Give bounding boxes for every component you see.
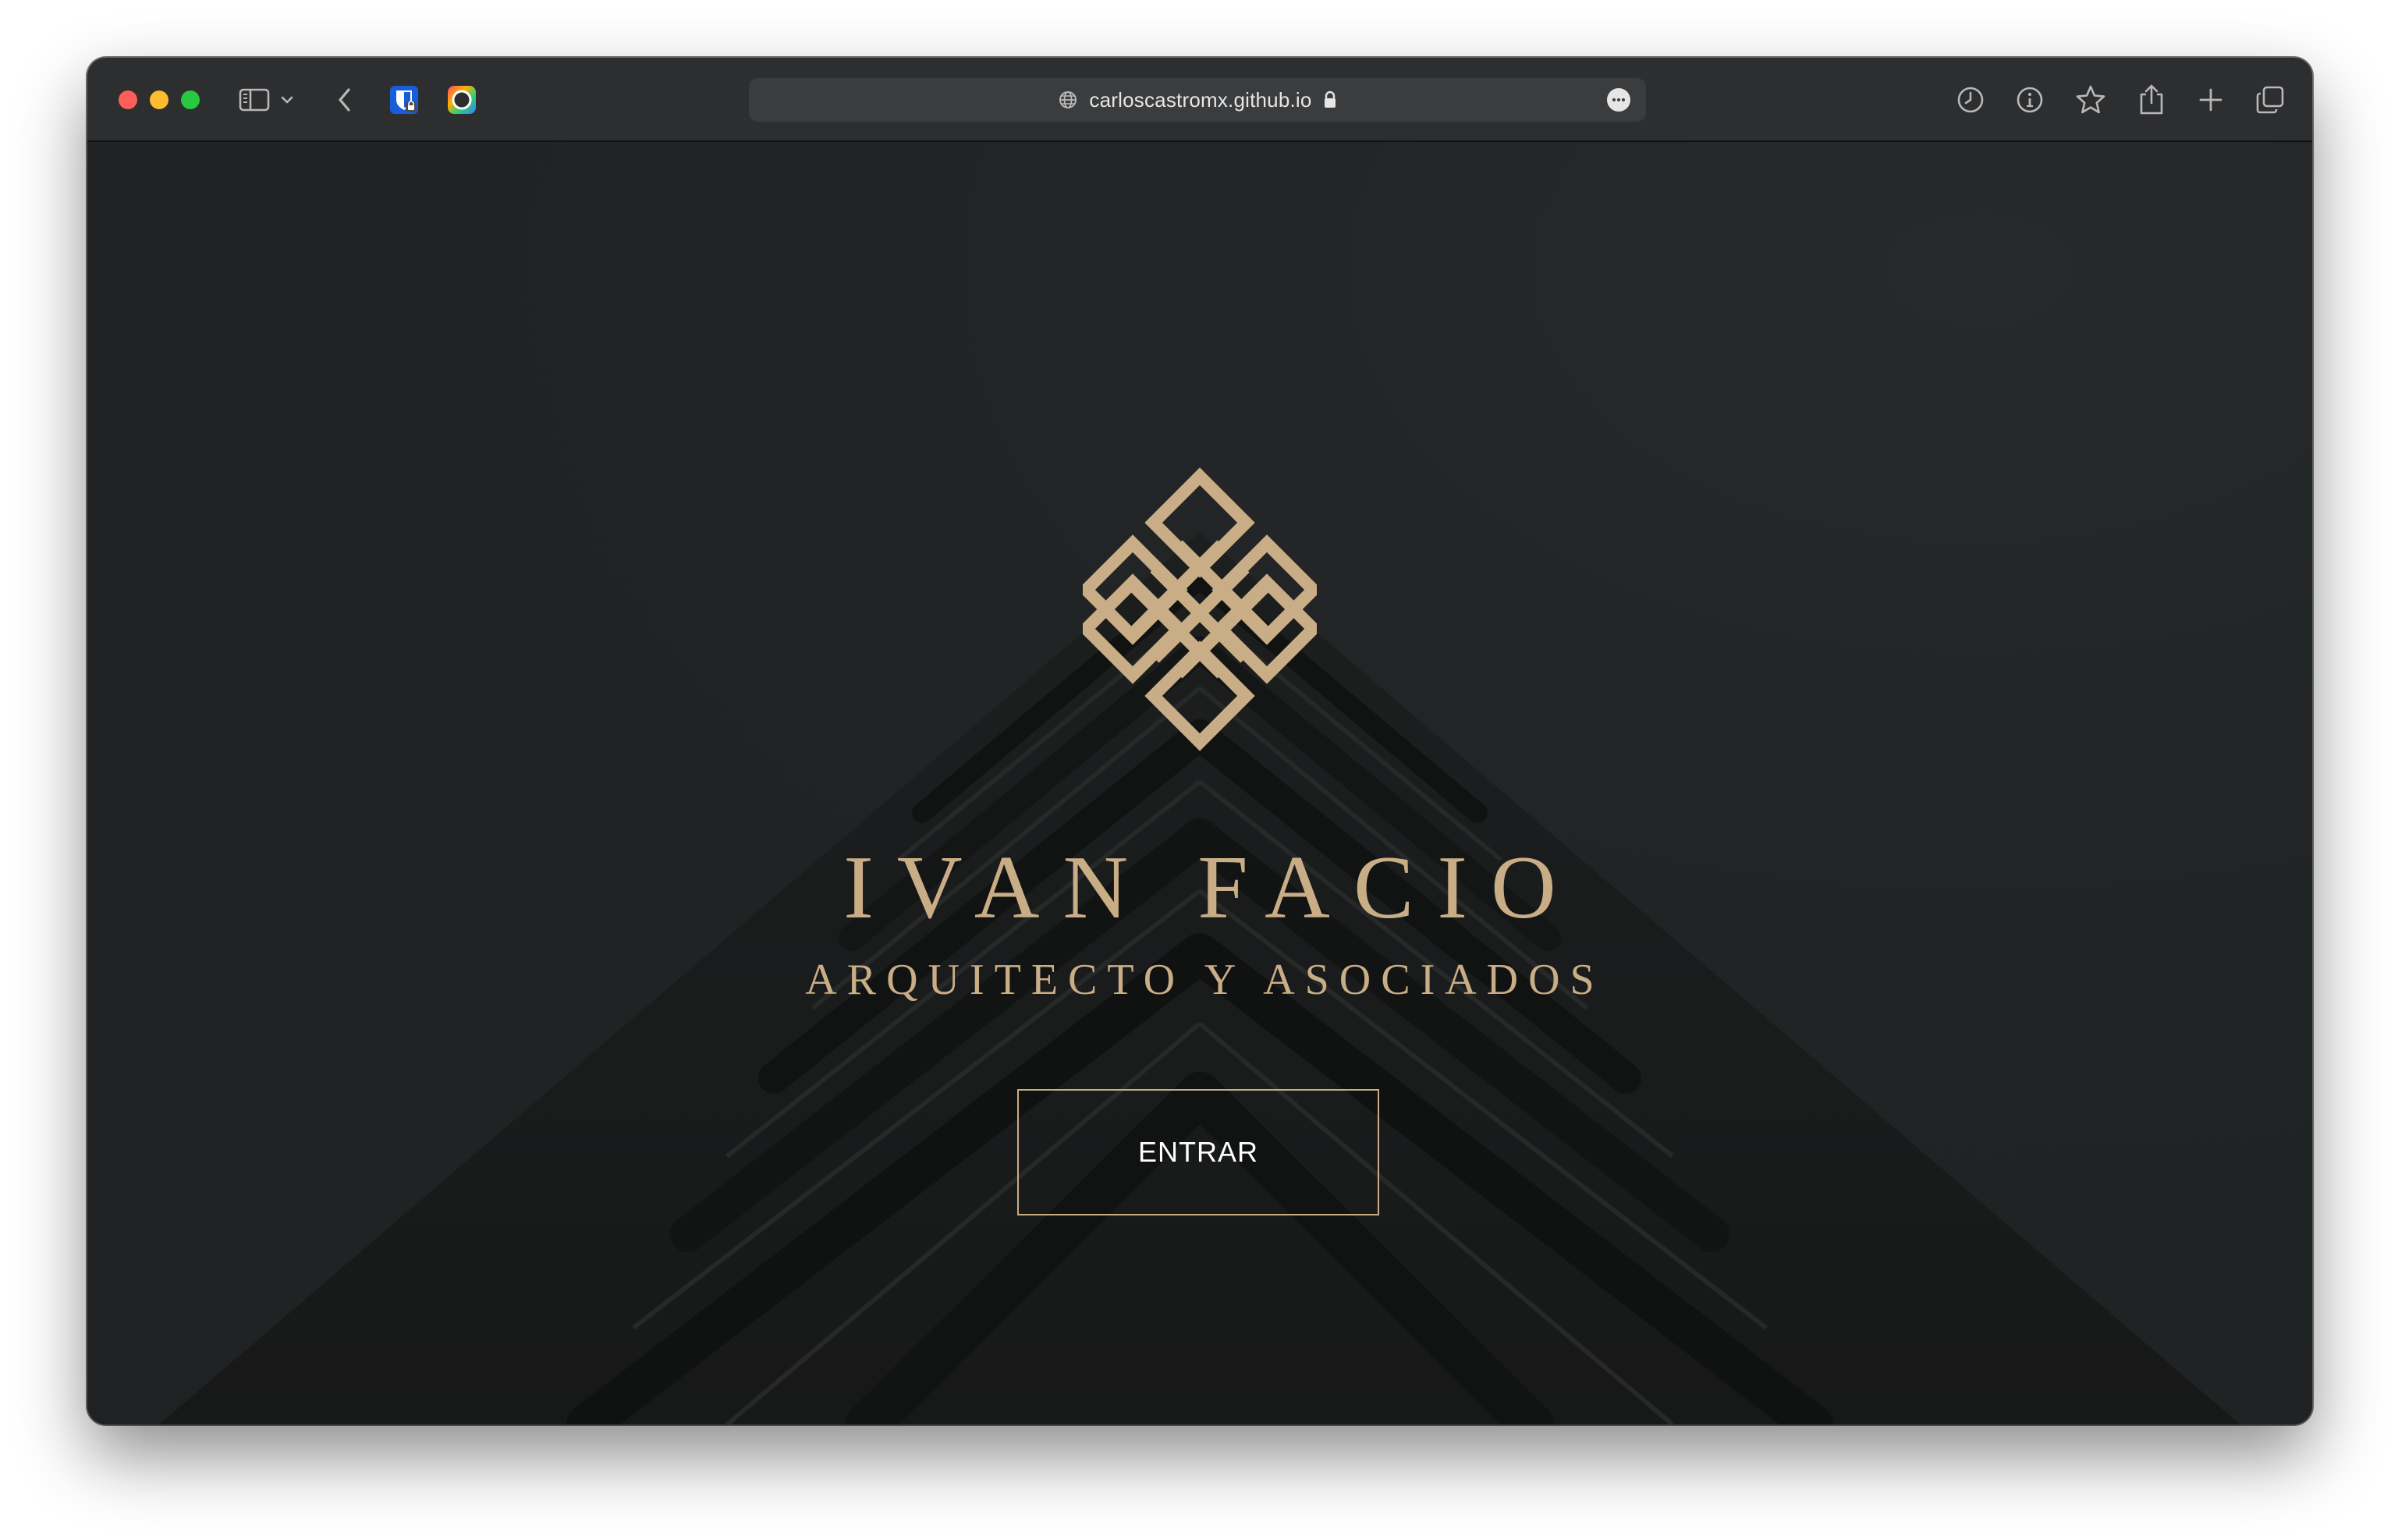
address-bar[interactable]: carloscastromx.github.io [749,78,1646,122]
page-content: IVAN FACIO ARQUITECTO Y ASOCIADOS ENTRAR [87,142,2312,1425]
close-window-button[interactable] [119,90,137,109]
minimize-window-button[interactable] [150,90,168,109]
globe-icon [1059,91,1077,108]
chevron-down-icon[interactable] [276,81,298,119]
page-subtitle: ARQUITECTO Y ASOCIADOS [805,956,1605,1004]
tabs-icon[interactable] [2251,81,2289,119]
clock-icon[interactable] [1952,81,1989,119]
plus-icon[interactable] [2192,81,2230,119]
info-icon[interactable] [2011,81,2049,119]
sidebar-icon[interactable] [236,81,273,119]
color-ring-icon[interactable] [443,81,481,119]
browser-window: carloscastromx.github.io IVAN FACIO ARQU… [87,58,2312,1425]
endless-knot-logo [1077,457,1322,761]
zoom-window-button[interactable] [181,90,200,109]
star-icon[interactable] [2072,81,2109,119]
share-icon[interactable] [2133,81,2170,119]
bitwarden-shield-icon[interactable] [385,81,423,119]
page-title: IVAN FACIO [843,838,1580,938]
browser-toolbar: carloscastromx.github.io [87,58,2312,142]
back-arrow-icon[interactable] [326,81,364,119]
ellipsis-icon[interactable] [1607,88,1630,112]
building-background-image [87,142,2312,1425]
enter-button[interactable]: ENTRAR [1017,1089,1379,1215]
lock-icon [1324,90,1336,108]
url-text[interactable]: carloscastromx.github.io [1089,88,1311,112]
